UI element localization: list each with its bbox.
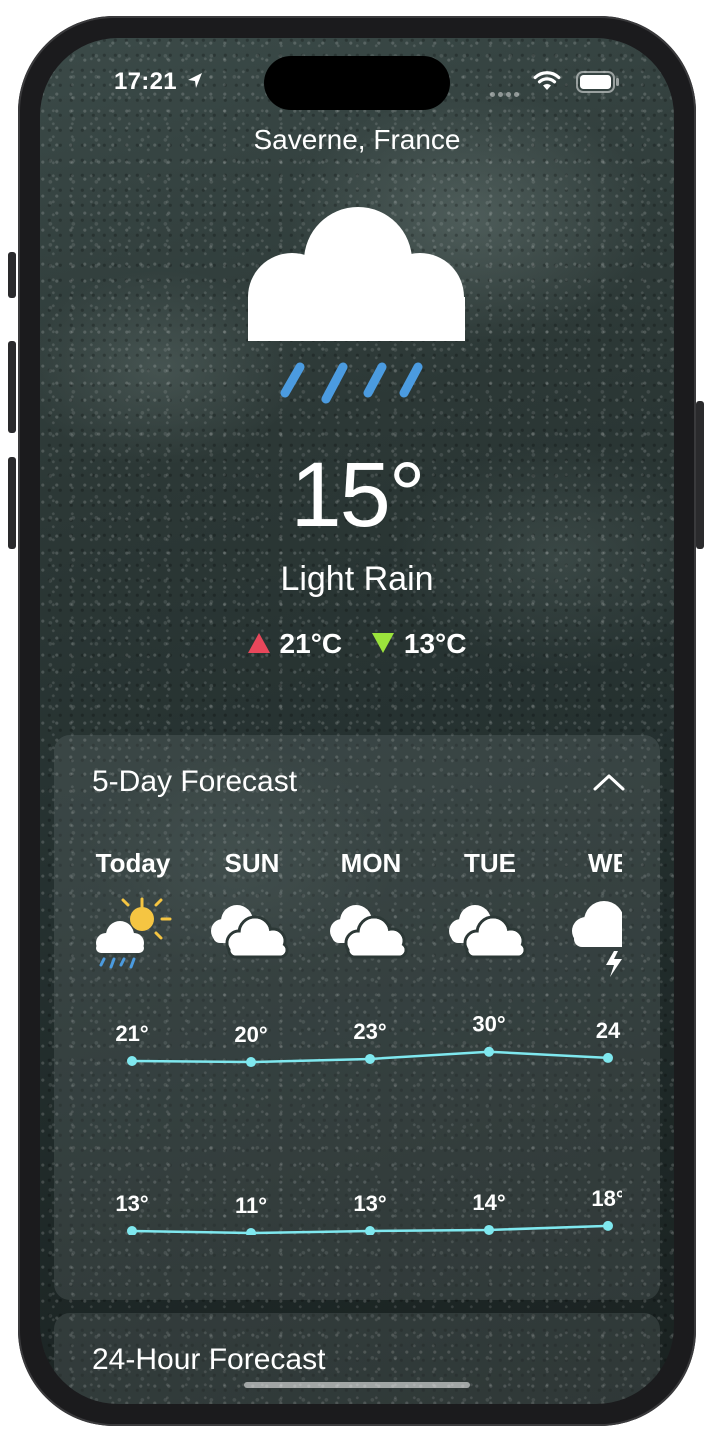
high-temp-label: 24 [596, 1018, 621, 1043]
low-temp-label: 13° [353, 1191, 386, 1216]
day-label-tue: TUE [464, 848, 516, 878]
high-temp-point [365, 1053, 375, 1064]
clouds-icon [449, 905, 527, 959]
high-triangle-icon [247, 632, 270, 653]
high-temp-point [603, 1052, 613, 1063]
home-indicator[interactable] [244, 1382, 470, 1388]
high-temp-label: 20° [234, 1022, 267, 1047]
forecast-scroll[interactable]: Today SUN MON TUE WE 21° 20° 23° 30° 24 … [54, 735, 622, 1300]
mute-switch [8, 252, 16, 298]
high-low-temps: 21°C 13°C [40, 628, 674, 660]
dynamic-island [264, 56, 450, 110]
high-temp-label: 23° [353, 1019, 386, 1044]
partly-sunny-rain-icon [96, 897, 172, 969]
forecast-days: Today SUN MON TUE WE [54, 848, 622, 888]
location-title: Saverne, France [253, 124, 461, 155]
low-temp-point [365, 1226, 375, 1235]
low-temp-point [603, 1220, 613, 1231]
battery-icon [576, 71, 619, 93]
wifi-icon [533, 71, 561, 90]
high-temp-label: 21° [115, 1021, 148, 1046]
signal-icon [490, 84, 522, 102]
day-label-sun: SUN [224, 848, 280, 878]
location-arrow-icon [187, 73, 202, 88]
high-temp: 21°C [279, 628, 343, 659]
low-temp-point [246, 1228, 256, 1235]
clouds-icon [330, 905, 408, 959]
current-temperature: 15° [290, 444, 425, 546]
current-condition: Light Rain [280, 560, 434, 598]
day-label-wed: WE [588, 848, 622, 878]
volume-up-button [8, 341, 16, 433]
high-temp-point [246, 1057, 256, 1068]
low-temp: 13°C [403, 628, 467, 659]
power-button [696, 401, 704, 549]
cloud-lightning-icon [572, 901, 622, 977]
twenty-four-hour-forecast-card[interactable]: 24-Hour Forecast [54, 1313, 660, 1404]
five-day-forecast-card[interactable]: 5-Day Forecast Today SUN MON TUE WE 21° … [54, 735, 660, 1300]
day-label-mon: MON [340, 848, 402, 878]
cloud-rain-icon [248, 207, 465, 404]
low-temp-label: 18° [591, 1186, 622, 1211]
status-bar: 17:21 [40, 38, 674, 128]
screen: 17:21 Saverne, France 15° Light Rain 21°… [40, 38, 674, 1404]
status-time: 17:21 [114, 68, 204, 96]
low-temp-label: 14° [472, 1190, 505, 1215]
low-temp-point [484, 1224, 494, 1235]
high-temp-point [127, 1056, 137, 1066]
day-label-today: Today [95, 848, 171, 878]
volume-down-button [8, 457, 16, 549]
low-temp-label: 11° [235, 1193, 267, 1218]
temperature-chart: 21° 20° 23° 30° 24 13° 11° 13° 14° 18° [115, 1012, 622, 1235]
high-temp-label: 30° [472, 1012, 505, 1037]
low-temp-point [127, 1226, 137, 1235]
twenty-four-hour-forecast-title: 24-Hour Forecast [92, 1343, 326, 1376]
high-temp-point [484, 1046, 494, 1057]
low-temp-label: 13° [115, 1191, 148, 1216]
clouds-icon [211, 905, 289, 959]
low-triangle-icon [371, 632, 394, 653]
